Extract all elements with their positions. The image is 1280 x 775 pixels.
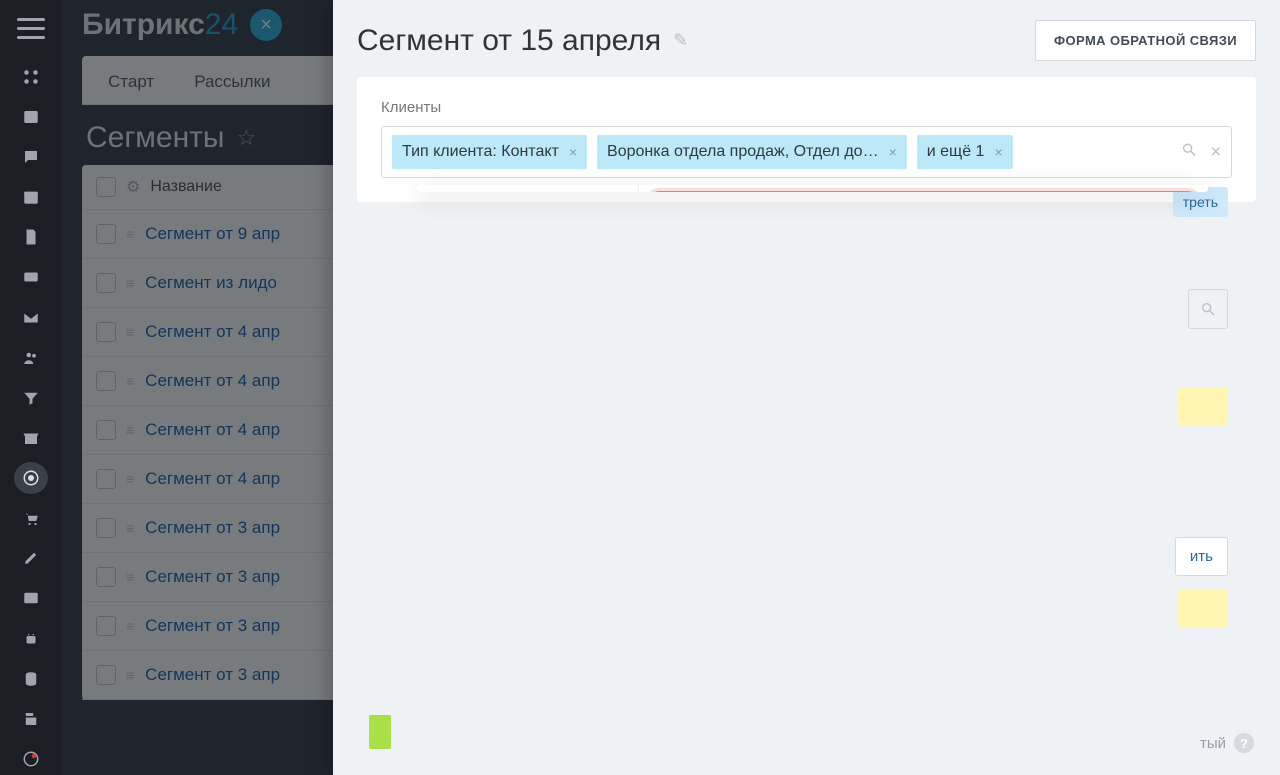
search-button-clipped[interactable] <box>1188 289 1228 329</box>
nav-idcard-icon[interactable] <box>14 582 48 614</box>
nav-calendar-icon[interactable] <box>14 181 48 213</box>
nav-android-icon[interactable] <box>14 623 48 655</box>
filter-chip[interactable]: и ещё 1× <box>917 135 1013 169</box>
remove-chip-icon[interactable]: × <box>994 144 1002 160</box>
help-icon[interactable]: ? <box>1234 733 1254 753</box>
status-indicator <box>369 715 391 749</box>
filter-chip[interactable]: Тип клиента: Контакт× <box>392 135 587 169</box>
nav-mail-icon[interactable] <box>14 302 48 334</box>
nav-feed-icon[interactable] <box>14 61 48 93</box>
nav-chat-icon[interactable] <box>14 141 48 173</box>
remove-chip-icon[interactable]: × <box>889 144 897 160</box>
filter-chip[interactable]: Воронка отдела продаж, Отдел до…× <box>597 135 907 169</box>
filter-form-highlighted: Тип клиента Контакт ⌄ Воронки сделок Вор… <box>649 191 1198 192</box>
modal-title: Сегмент от 15 апреля ✎ <box>357 24 688 58</box>
nav-db-icon[interactable] <box>14 663 48 695</box>
remove-chip-icon[interactable]: × <box>569 144 577 160</box>
feedback-button[interactable]: ФОРМА ОБРАТНОЙ СВЯЗИ <box>1035 20 1256 61</box>
nav-cart-icon[interactable] <box>14 502 48 534</box>
nav-filter-icon[interactable] <box>14 382 48 414</box>
nav-window-icon[interactable] <box>14 101 48 133</box>
warning-bar-clipped <box>1178 589 1228 627</box>
clients-label: Клиенты <box>381 99 1232 116</box>
nav-people-icon[interactable] <box>14 342 48 374</box>
nav-clock-icon[interactable] <box>14 743 48 775</box>
help-hint[interactable]: тый ? <box>1200 733 1254 753</box>
nav-edit-icon[interactable] <box>14 703 48 735</box>
nav-pen-icon[interactable] <box>14 542 48 574</box>
action-button-clipped[interactable]: ить <box>1175 537 1228 576</box>
clients-filter-bar[interactable]: Тип клиента: Контакт× Воронка отдела прод… <box>381 126 1232 178</box>
edit-title-icon[interactable]: ✎ <box>673 30 688 51</box>
nav-store-icon[interactable] <box>14 422 48 454</box>
search-icon[interactable] <box>1181 142 1197 163</box>
nav-card-icon[interactable] <box>14 261 48 293</box>
filter-dropdown: ФИЛЬТРЫ ВСЕСО СДЕЛКАМИ В РАБОТЕС ВЫИГРАН… <box>417 185 1208 192</box>
left-nav <box>0 0 62 775</box>
menu-icon[interactable] <box>17 18 45 39</box>
warning-bar-clipped <box>1178 387 1228 425</box>
filter-presets: ФИЛЬТРЫ ВСЕСО СДЕЛКАМИ В РАБОТЕС ВЫИГРАН… <box>417 185 639 192</box>
nav-target-icon[interactable] <box>14 462 48 494</box>
segment-editor-modal: Сегмент от 15 апреля ✎ ФОРМА ОБРАТНОЙ СВ… <box>333 0 1280 775</box>
clear-filters-icon[interactable]: × <box>1210 142 1221 163</box>
nav-doc-icon[interactable] <box>14 221 48 253</box>
